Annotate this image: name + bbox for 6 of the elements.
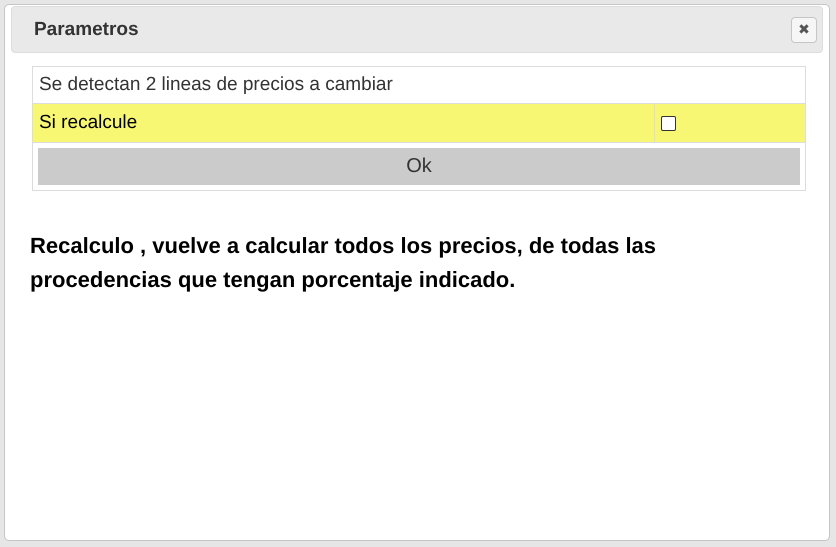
dialog-title: Parametros <box>34 18 139 40</box>
note-text: Recalculo , vuelve a calcular todos los precios, de todas las procedencias que tengan porcentaje indicado. <box>30 232 658 294</box>
close-button[interactable]: ✖ <box>791 16 817 42</box>
checkbox[interactable] <box>661 116 676 130</box>
table-cell: Si recalcule <box>33 104 655 142</box>
ok-button[interactable]: Ok <box>38 148 800 185</box>
